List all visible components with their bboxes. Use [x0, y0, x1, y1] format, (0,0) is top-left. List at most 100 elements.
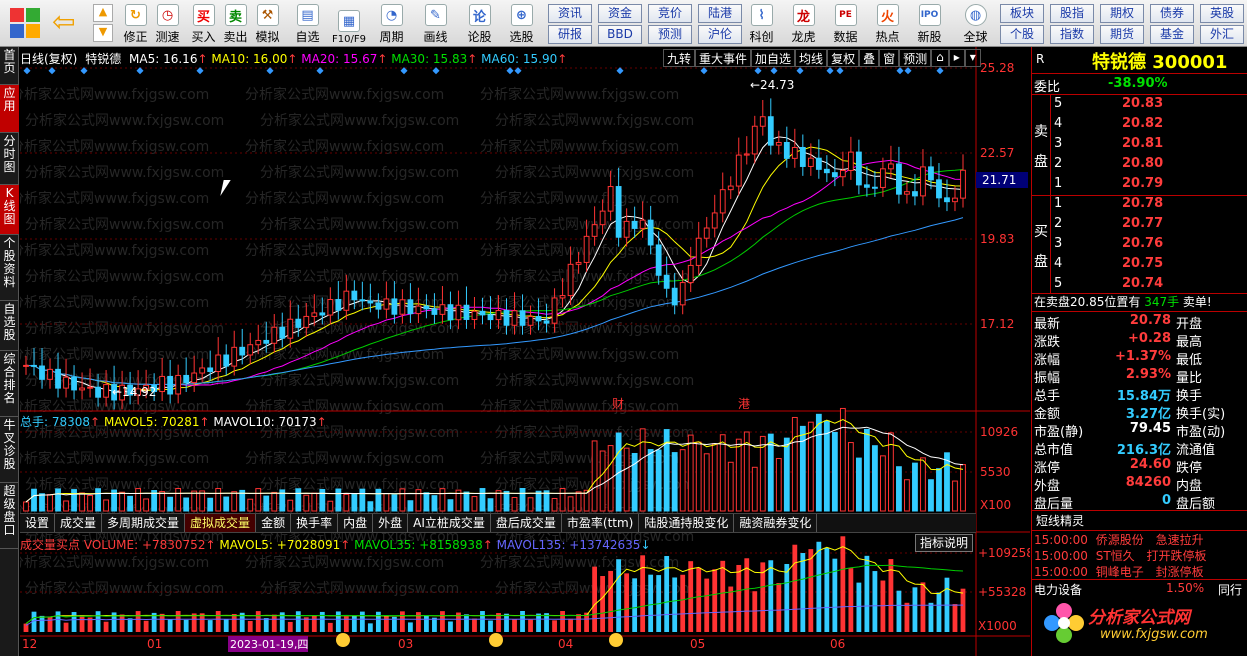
link-hk[interactable]: 陆港 [698, 4, 742, 23]
chart-area[interactable]: 分析家公式网www.fxjgsw.com 分析家公式网www.fxjgsw.com… [20, 47, 1030, 656]
indicator-tick-label: +109258 [978, 546, 1030, 560]
sell-level-3-price[interactable]: 20.81 [1122, 136, 1163, 154]
indicator-help-button[interactable]: 指标说明 [915, 534, 973, 552]
sell-level-2-price[interactable]: 20.80 [1122, 156, 1163, 174]
link-forex[interactable]: 外汇 [1200, 25, 1244, 44]
sidebar-watchlist[interactable]: 自选股 [0, 301, 19, 351]
sell-level-1-price[interactable]: 20.79 [1122, 176, 1163, 194]
app-menu-icon[interactable] [10, 8, 40, 38]
star-market-button[interactable]: ⌇ 科创 [746, 2, 777, 45]
forum-button[interactable]: 论论股 [464, 2, 495, 45]
short-line-item[interactable]: 15:00:00 ST恒久 打开跌停板 [1034, 547, 1207, 563]
sidebar-apps[interactable]: 应用 [0, 85, 19, 133]
candle-body [303, 315, 310, 328]
link-stocks[interactable]: 个股 [1000, 25, 1044, 44]
link-auction[interactable]: 竞价 [648, 4, 692, 23]
ipo-button[interactable]: IPO 新股 [914, 2, 945, 45]
adjust-button[interactable]: 复权 [827, 49, 860, 67]
dragon-tiger-button[interactable]: 龙龙虎 [788, 2, 819, 45]
short-line-item[interactable]: 15:00:00 侨源股份 急速拉升 [1034, 531, 1204, 547]
sell-level-4-price[interactable]: 20.82 [1122, 116, 1163, 134]
draw-button[interactable]: ✎ 画线 [420, 2, 451, 45]
link-forecast[interactable]: 预测 [648, 25, 692, 44]
link-bonds[interactable]: 债券 [1150, 4, 1194, 23]
peers-link[interactable]: 同行 [1218, 581, 1242, 599]
link-sector[interactable]: 板块 [1000, 4, 1044, 23]
data-button[interactable]: PE 数据 [830, 2, 861, 45]
period-button[interactable]: ◔ 周期 [376, 2, 407, 45]
revise-button[interactable]: ↻ 修正 [120, 2, 151, 45]
indicator-tab[interactable]: 换手率 [291, 514, 339, 532]
buy-level-4-price[interactable]: 20.75 [1122, 256, 1163, 274]
sidebar-profile[interactable]: 个股资料 [0, 235, 19, 301]
indicator-tab[interactable]: AI立桩成交量 [408, 514, 491, 532]
buy-level-5-price[interactable]: 20.74 [1122, 276, 1163, 294]
link-shanghai-london[interactable]: 沪伦 [698, 25, 742, 44]
f10-button[interactable]: ▦ F10/F9 [330, 2, 368, 45]
chevron-down-icon[interactable]: ▾ [964, 49, 981, 67]
short-line-item[interactable]: 15:00:00 铜峰电子 封涨停板 [1034, 563, 1204, 579]
volume-bar [103, 499, 109, 512]
link-indices[interactable]: 指数 [1050, 25, 1094, 44]
buy-level-3-price[interactable]: 20.76 [1122, 236, 1163, 254]
buy-level-2-price[interactable]: 20.77 [1122, 216, 1163, 234]
link-uk-stocks[interactable]: 英股 [1200, 4, 1244, 23]
add-watch-button[interactable]: 加自选 [751, 49, 796, 67]
up-arrow-icon[interactable]: ▲ [93, 4, 113, 22]
candle-body [263, 339, 270, 344]
indicator-tab[interactable]: 外盘 [373, 514, 409, 532]
link-options[interactable]: 期权 [1100, 4, 1144, 23]
screener-button[interactable]: ⊕ 选股 [506, 2, 537, 45]
back-arrow-icon[interactable]: ⇦ [52, 8, 82, 38]
indicator-tab[interactable]: 设置 [20, 514, 56, 532]
watermark-text: 分析家公式网www.fxjgsw.com [20, 138, 209, 155]
link-bbd[interactable]: BBD [598, 25, 642, 44]
overlay-button[interactable]: 叠 [859, 49, 880, 67]
link-futures[interactable]: 期货 [1100, 25, 1144, 44]
major-events-button[interactable]: 重大事件 [695, 49, 752, 67]
kline-svg[interactable]: 分析家公式网www.fxjgsw.com 分析家公式网www.fxjgsw.com… [20, 47, 1030, 656]
down-arrow-icon[interactable]: ▼ [93, 24, 113, 42]
watchlist-button[interactable]: ▤ 自选 [292, 2, 323, 45]
indicator-tab[interactable]: 金额 [256, 514, 292, 532]
sidebar-timeshare[interactable]: 分时图 [0, 133, 19, 185]
buy-level-1-price[interactable]: 20.78 [1122, 196, 1163, 214]
sidebar-home[interactable]: 首页 [0, 47, 19, 85]
link-index-futures[interactable]: 股指 [1050, 4, 1094, 23]
link-funds[interactable]: 资金 [598, 4, 642, 23]
indicator-tab[interactable]: 盘后成交量 [491, 514, 562, 532]
speedtest-button[interactable]: ◷ 测速 [152, 2, 183, 45]
indicator-tab[interactable]: 成交量 [55, 514, 103, 532]
indicator-tab[interactable]: 融资融券变化 [734, 514, 818, 532]
sidebar-diagnosis[interactable]: 牛叉诊股 [0, 417, 19, 483]
stat-value: 0 [1161, 493, 1171, 508]
sidebar-ranking[interactable]: 综合排名 [0, 351, 19, 417]
candle-body [399, 299, 406, 315]
sector-row[interactable]: 电力设备 [1034, 581, 1082, 599]
global-button[interactable]: ◍ 全球 [960, 2, 991, 45]
ma-button[interactable]: 均线 [795, 49, 828, 67]
watchlist-label: 自选 [295, 30, 320, 44]
indicator-tab[interactable]: 多周期成交量 [102, 514, 186, 532]
sell-button[interactable]: 卖卖出 [220, 2, 251, 45]
chevron-right-icon[interactable]: ▸ [948, 49, 965, 67]
indicator-tab[interactable]: 内盘 [338, 514, 374, 532]
link-news[interactable]: 资讯 [548, 4, 592, 23]
indicator-tab[interactable]: 陆股通持股变化 [639, 514, 735, 532]
lock-icon[interactable]: ⌂ [931, 49, 949, 67]
indicator-tab[interactable]: 市盈率(ttm) [562, 514, 640, 532]
simulate-button[interactable]: ⚒ 模拟 [252, 2, 283, 45]
link-fund[interactable]: 基金 [1150, 25, 1194, 44]
window-button[interactable]: 窗 [879, 49, 900, 67]
sidebar-superpanel[interactable]: 超级盘口 [0, 483, 19, 549]
forecast-button[interactable]: 预测 [899, 49, 932, 67]
buy-button[interactable]: 买买入 [188, 2, 219, 45]
nine-turn-button[interactable]: 九转 [663, 49, 696, 67]
hotspot-button[interactable]: 火热点 [872, 2, 903, 45]
sidebar-kline[interactable]: K线图 [0, 185, 19, 235]
sell-level-5-price[interactable]: 20.83 [1122, 96, 1163, 114]
link-research[interactable]: 研报 [548, 25, 592, 44]
sector-name: 电力设备 [1034, 583, 1083, 597]
indicator-tab[interactable]: 虚拟成交量 [185, 514, 257, 532]
candle-body [944, 197, 950, 203]
